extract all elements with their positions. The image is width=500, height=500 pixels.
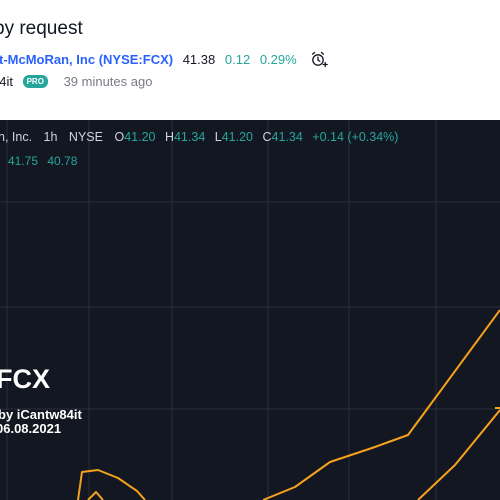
indicator-line-upper xyxy=(77,469,146,500)
legend-close-key: C xyxy=(262,130,272,144)
watermark-symbol: FCX xyxy=(0,364,50,394)
alarm-clock-plus-icon[interactable] xyxy=(310,50,329,68)
legend-close: 41.34 xyxy=(271,130,303,144)
indicator-legend[interactable]: 41.75 40.78 xyxy=(8,154,83,168)
symbol-name-link[interactable]: ort-McMoRan, Inc xyxy=(0,52,95,67)
idea-header: by request ort-McMoRan, Inc (NYSE:FCX) 4… xyxy=(0,0,500,120)
watermark-date: 06.08.2021 xyxy=(0,421,62,436)
ohlc-legend[interactable]: n, Inc. 1h NYSE O41.20 H41.34 L41.20 C41… xyxy=(0,130,404,144)
symbol-change: 0.12 xyxy=(224,51,251,67)
chart-grid xyxy=(0,120,500,500)
symbol-change-percent: 0.29% xyxy=(259,51,297,67)
legend-timeframe: 1h xyxy=(43,130,58,144)
legend-change: +0.14 (+0.34%) xyxy=(312,130,399,144)
indicator-value-lower: 40.78 xyxy=(47,154,78,168)
author-row: 84it PRO 39 minutes ago xyxy=(0,73,152,89)
legend-open-key: O xyxy=(114,130,125,144)
legend-high: 41.34 xyxy=(173,130,206,144)
author-name[interactable]: 84it xyxy=(0,74,13,89)
symbol-ticker-link[interactable]: (NYSE:FCX) xyxy=(99,52,173,67)
price-chart[interactable]: n, Inc. 1h NYSE O41.20 H41.34 L41.20 C41… xyxy=(0,120,500,500)
legend-open: 41.20 xyxy=(124,130,156,144)
legend-high-key: H xyxy=(164,130,174,144)
legend-low-key: L xyxy=(214,130,222,144)
indicator-line-upper xyxy=(262,309,500,500)
indicator-value-upper: 41.75 xyxy=(8,154,39,168)
indicator-line-lower xyxy=(87,491,104,500)
watermark-author: by iCantw84it xyxy=(0,407,82,422)
symbol-price: 41.38 xyxy=(182,51,216,67)
legend-exchange: NYSE xyxy=(68,130,103,144)
legend-low: 41.20 xyxy=(221,130,253,144)
indicator-line-lower xyxy=(417,409,500,500)
published-time: 39 minutes ago xyxy=(63,74,153,90)
pro-badge: PRO xyxy=(22,75,48,89)
symbol-row: ort-McMoRan, Inc (NYSE:FCX) 41.38 0.12 0… xyxy=(0,50,329,68)
idea-title: by request xyxy=(0,18,83,39)
legend-symbol-name: n, Inc. xyxy=(0,130,33,144)
